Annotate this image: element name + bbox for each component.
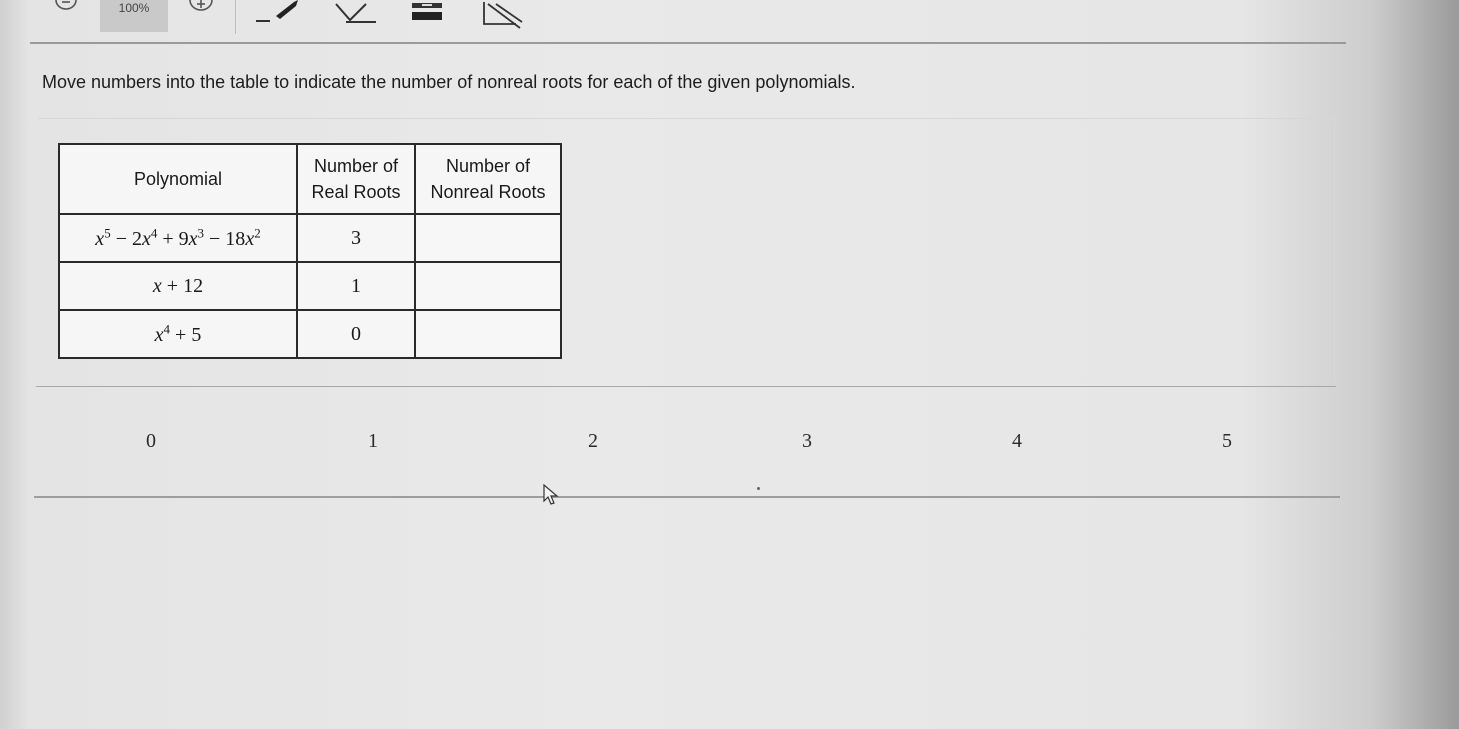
header-real-roots: Number of Real Roots	[296, 143, 416, 215]
real-roots-cell: 0	[296, 309, 416, 359]
mouse-pointer-icon	[543, 483, 559, 511]
polynomial-cell: x5 − 2x4 + 9x3 − 18x2	[58, 213, 298, 263]
answer-tile-4[interactable]: 4	[1002, 430, 1032, 453]
polynomial-expression: x5 − 2x4 + 9x3 − 18x2	[95, 225, 261, 250]
tile-bank-divider	[34, 496, 1340, 498]
screen-speck	[757, 487, 760, 490]
table-header-row: Polynomial Number of Real Roots Number o…	[58, 143, 562, 215]
table-row: x4 + 5 0	[58, 309, 562, 359]
header-nonreal-roots: Number of Nonreal Roots	[414, 143, 562, 215]
table-row: x5 − 2x4 + 9x3 − 18x2 3	[58, 213, 562, 263]
question-prompt: Move numbers into the table to indicate …	[42, 72, 856, 92]
answer-tile-bank: 0 1 2 3 4 5	[36, 388, 1340, 496]
polynomial-expression: x4 + 5	[154, 321, 202, 346]
header-nonreal-roots-line1: Number of	[445, 156, 531, 176]
answer-tile-5[interactable]: 5	[1212, 430, 1242, 453]
zoom-level: 100%	[100, 0, 168, 32]
table-row: x + 12 1	[58, 261, 562, 311]
polynomial-cell: x4 + 5	[58, 309, 298, 359]
real-roots-cell: 1	[296, 261, 416, 311]
polynomial-expression: x + 12	[152, 274, 204, 297]
toolbar: 100%	[0, 0, 1459, 40]
answer-tile-0[interactable]: 0	[136, 430, 166, 453]
zoom-level-label: 100%	[118, 1, 150, 15]
header-polynomial: Polynomial	[58, 143, 298, 215]
zoom-in-icon[interactable]	[186, 0, 216, 18]
header-real-roots-line1: Number of	[313, 156, 399, 176]
nonreal-roots-drop-target[interactable]	[414, 261, 562, 311]
answer-eliminator-icon[interactable]	[480, 0, 526, 30]
polynomial-cell: x + 12	[58, 261, 298, 311]
real-roots-cell: 3	[296, 213, 416, 263]
panel-divider	[36, 386, 1336, 387]
line-reader-icon[interactable]	[410, 0, 444, 24]
eraser-icon[interactable]	[330, 0, 378, 26]
answer-tile-3[interactable]: 3	[792, 430, 822, 453]
zoom-out-icon[interactable]	[52, 0, 80, 16]
nonreal-roots-drop-target[interactable]	[414, 309, 562, 359]
header-real-roots-line2: Real Roots	[311, 182, 401, 202]
pencil-icon[interactable]	[254, 0, 300, 24]
answer-tile-2[interactable]: 2	[578, 430, 608, 453]
nonreal-roots-drop-target[interactable]	[414, 213, 562, 263]
roots-table: Polynomial Number of Real Roots Number o…	[58, 143, 562, 359]
header-nonreal-roots-line2: Nonreal Roots	[430, 182, 546, 202]
answer-tile-1[interactable]: 1	[358, 430, 388, 453]
toolbar-divider	[30, 42, 1346, 44]
toolbar-separator	[235, 0, 236, 34]
